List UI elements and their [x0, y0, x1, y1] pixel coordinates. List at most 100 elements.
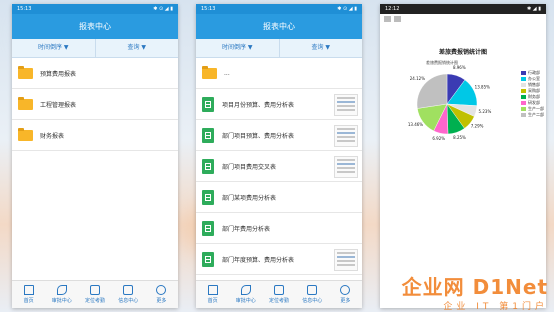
page-title: 报表中心 [12, 14, 178, 39]
report-thumbnail [334, 94, 358, 116]
folder-row[interactable]: 预算费用报表 [12, 58, 178, 89]
more-dots-icon [156, 285, 167, 295]
file-row[interactable]: 部门某项费用分析表 [196, 182, 362, 213]
tab-label: 审批中心 [51, 298, 72, 304]
spreadsheet-icon [202, 189, 214, 205]
filter-bar: 时间倒序 ▼ 查询 ▼ [196, 39, 362, 58]
phone-screen-chart-view: 12:12 ✱ ◢ ▮ 差旅费报销统计图 差旅费报销统计图 8.96% 13.85… [380, 4, 546, 308]
page-title: 报表中心 [196, 14, 362, 39]
legend-item: 生产二部 [521, 112, 544, 118]
save-icon[interactable] [384, 16, 391, 22]
spreadsheet-icon [202, 251, 214, 267]
bottom-tab-bar: 首页 审批中心 定位考勤 信息中心 更多 [196, 280, 362, 308]
pie-chart: 8.96% 13.85% 5.23% 7.29% 8.25% 6.92% 13.46% 24.… [392, 64, 542, 144]
tab-label: 定位考勤 [85, 298, 106, 304]
status-time: 15:13 [17, 6, 32, 12]
folder-icon [18, 65, 33, 79]
tab-messages[interactable]: 信息中心 [112, 281, 145, 308]
filter-bar: 时间倒序 ▼ 查询 ▼ [12, 39, 178, 58]
status-time: 12:12 [385, 6, 400, 12]
home-icon [23, 285, 34, 295]
status-bar: 12:12 ✱ ◢ ▮ [380, 4, 546, 14]
status-time: 15:13 [201, 6, 216, 12]
tab-attendance[interactable]: 定位考勤 [262, 281, 295, 308]
spreadsheet-icon [202, 220, 214, 236]
home-icon [207, 285, 218, 295]
folder-icon [202, 65, 217, 79]
file-label: 部门项目预算、费用分析表 [222, 132, 295, 140]
folder-icon [18, 127, 33, 141]
tab-more[interactable]: 更多 [145, 281, 178, 308]
legend-swatch [521, 95, 526, 99]
tab-approval[interactable]: 审批中心 [229, 281, 262, 308]
status-icons: ✱ ⊙ ◢ ▮ [153, 6, 173, 12]
chat-icon [307, 285, 318, 295]
phone-screen-report-center: 15:13 ✱ ⊙ ◢ ▮ 报表中心 时间倒序 ▼ 查询 ▼ 预算费用报表 工程… [12, 4, 178, 308]
file-label: 部门年度预算、费用分析表 [222, 256, 295, 264]
tab-label: 审批中心 [235, 298, 256, 304]
image-icon[interactable] [394, 16, 401, 22]
sort-time-desc-dropdown[interactable]: 时间倒序 ▼ [196, 39, 279, 57]
tab-attendance[interactable]: 定位考勤 [78, 281, 111, 308]
phone-screen-report-list: 15:13 ✱ ⊙ ◢ ▮ 报表中心 时间倒序 ▼ 查询 ▼ ... 项目月份预… [196, 4, 362, 308]
status-bar: 15:13 ✱ ⊙ ◢ ▮ [12, 4, 178, 14]
legend-swatch [521, 77, 526, 81]
chart-legend: 行政部 办公室 销售部 采购部 财务部 研发部 生产一部 生产二部 [521, 70, 544, 118]
file-label: 部门项目费用交叉表 [222, 163, 277, 171]
tab-label: 首页 [23, 298, 34, 304]
parent-folder-label: ... [224, 69, 230, 77]
file-row[interactable]: 部门年费用分析表 [196, 213, 362, 244]
status-bar: 15:13 ✱ ⊙ ◢ ▮ [196, 4, 362, 14]
pie-data-label: 8.25% [453, 135, 466, 140]
tab-home[interactable]: 首页 [12, 281, 45, 308]
pie-data-label: 7.29% [471, 124, 484, 129]
tab-label: 更多 [156, 298, 167, 304]
pie-data-label: 13.46% [408, 122, 423, 127]
report-thumbnail [334, 125, 358, 147]
tab-label: 信息中心 [118, 298, 139, 304]
site-watermark-tagline: 企业 IT 第1门户 [443, 302, 548, 312]
file-row[interactable]: 项目月份预算、费用分析表 [196, 89, 362, 120]
pie-chart-svg: 8.96% 13.85% 5.23% 7.29% 8.25% 6.92% 13.46% 24.… [408, 65, 492, 141]
query-dropdown[interactable]: 查询 ▼ [278, 39, 363, 57]
folder-icon [18, 96, 33, 110]
chat-icon [123, 285, 134, 295]
status-icons: ✱ ◢ ▮ [527, 6, 541, 12]
site-watermark-logo: 企业网 D1Net [401, 275, 548, 299]
query-dropdown[interactable]: 查询 ▼ [94, 39, 179, 57]
file-row[interactable]: 部门项目预算、费用分析表 [196, 120, 362, 151]
pie-data-label: 13.85% [475, 84, 490, 89]
spreadsheet-icon [202, 96, 214, 112]
location-icon [90, 285, 100, 295]
folder-row[interactable]: 财务报表 [12, 120, 178, 151]
legend-swatch [521, 83, 526, 87]
tab-messages[interactable]: 信息中心 [296, 281, 329, 308]
parent-folder-row[interactable]: ... [196, 58, 362, 89]
report-thumbnail [334, 249, 358, 271]
pen-icon [240, 285, 251, 295]
tab-more[interactable]: 更多 [329, 281, 362, 308]
folder-row[interactable]: 工程管理报表 [12, 89, 178, 120]
report-thumbnail [334, 156, 358, 178]
pie-data-label: 5.23% [479, 109, 492, 114]
pie-data-label: 6.92% [432, 136, 445, 141]
tab-home[interactable]: 首页 [196, 281, 229, 308]
status-icons: ✱ ⊙ ◢ ▮ [337, 6, 357, 12]
file-row[interactable]: 部门年度预算、费用分析表 [196, 244, 362, 275]
tab-label: 更多 [340, 298, 351, 304]
sort-time-desc-dropdown[interactable]: 时间倒序 ▼ [12, 39, 95, 57]
file-row[interactable]: 部门项目费用交叉表 [196, 151, 362, 182]
legend-swatch [521, 113, 526, 117]
legend-label: 生产二部 [528, 112, 544, 117]
file-label: 项目月份预算、费用分析表 [222, 101, 295, 109]
spreadsheet-icon [202, 158, 214, 174]
tab-approval[interactable]: 审批中心 [45, 281, 78, 308]
bottom-tab-bar: 首页 审批中心 定位考勤 信息中心 更多 [12, 280, 178, 308]
legend-swatch [521, 89, 526, 93]
viewer-toolbar [380, 14, 546, 29]
tab-label: 定位考勤 [269, 298, 290, 304]
spreadsheet-icon [202, 127, 214, 143]
tab-label: 信息中心 [302, 298, 323, 304]
folder-label: 财务报表 [40, 132, 65, 140]
pen-icon [56, 285, 67, 295]
